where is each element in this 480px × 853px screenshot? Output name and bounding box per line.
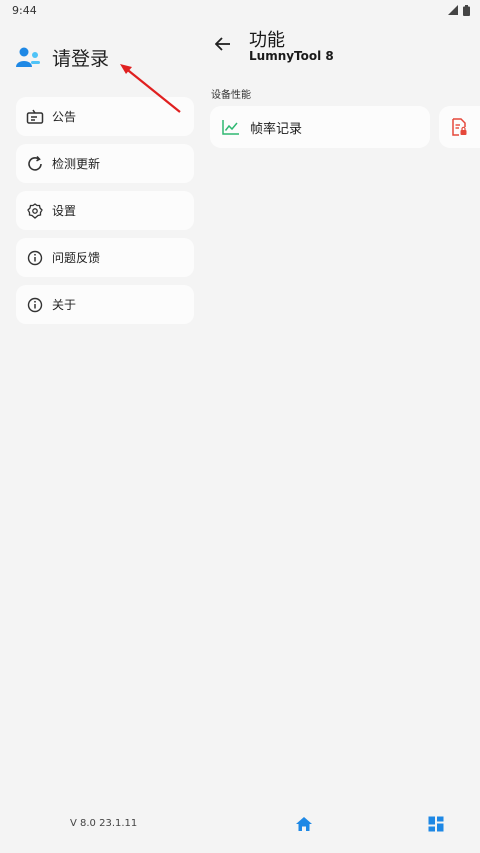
menu-item-feedback[interactable]: 问题反馈 xyxy=(16,238,194,277)
arrow-left-icon xyxy=(215,37,230,51)
announcement-icon xyxy=(26,108,44,126)
refresh-icon xyxy=(26,155,44,173)
battery-icon xyxy=(463,4,470,16)
user-avatar-icon xyxy=(16,47,40,67)
menu-item-label: 设置 xyxy=(52,204,77,218)
gear-icon xyxy=(26,202,44,220)
info-icon xyxy=(26,296,44,314)
drawer-menu: 公告 检测更新 设置 问题反馈 关于 xyxy=(16,97,194,332)
status-bar: 9:44 xyxy=(0,0,480,20)
menu-item-check-update[interactable]: 检测更新 xyxy=(16,144,194,183)
menu-item-label: 问题反馈 xyxy=(52,251,101,265)
navigation-drawer: 请登录 公告 检测更新 设置 问题反馈 关于 V 8.0 23.1.11 xyxy=(0,20,208,853)
menu-item-settings[interactable]: 设置 xyxy=(16,191,194,230)
page-subtitle: LumnyTool 8 xyxy=(249,49,334,63)
document-lock-icon xyxy=(452,118,467,136)
home-icon xyxy=(296,817,312,831)
card-label: 帧率记录 xyxy=(250,121,303,137)
nav-home-button[interactable] xyxy=(294,814,314,834)
info-icon xyxy=(26,249,44,267)
version-text: V 8.0 23.1.11 xyxy=(70,818,138,829)
login-label: 请登录 xyxy=(52,48,110,70)
feature-cards: 帧率记录 xyxy=(210,106,480,148)
status-icons xyxy=(448,4,470,16)
signal-icon xyxy=(448,5,458,15)
status-time: 9:44 xyxy=(12,3,37,17)
menu-item-about[interactable]: 关于 xyxy=(16,285,194,324)
card-document-lock[interactable] xyxy=(439,106,480,148)
nav-dashboard-button[interactable] xyxy=(426,814,446,834)
card-frame-rate-record[interactable]: 帧率记录 xyxy=(210,106,430,148)
menu-item-label: 检测更新 xyxy=(52,157,101,171)
back-button[interactable] xyxy=(213,34,233,54)
annotation-arrow xyxy=(120,64,181,113)
main-panel: 功能 LumnyTool 8 设备性能 帧率记录 xyxy=(208,20,480,853)
chart-line-icon xyxy=(222,120,239,135)
dashboard-grid-icon xyxy=(428,816,444,832)
login-area[interactable]: 请登录 xyxy=(14,44,109,71)
section-label: 设备性能 xyxy=(211,90,251,101)
menu-item-label: 公告 xyxy=(52,110,77,124)
bottom-navigation xyxy=(208,810,480,850)
top-bar: 功能 LumnyTool 8 xyxy=(208,20,480,80)
menu-item-label: 关于 xyxy=(52,298,77,312)
